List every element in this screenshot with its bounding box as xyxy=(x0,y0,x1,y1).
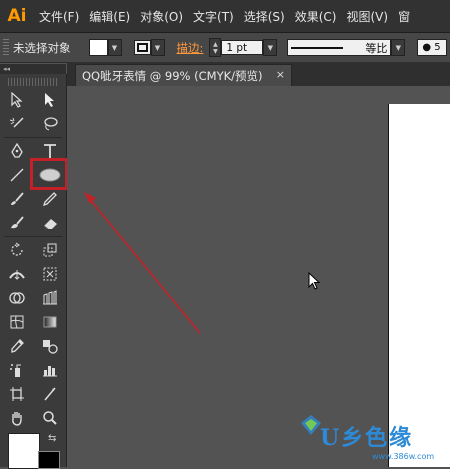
selection-status: 未选择对象 xyxy=(13,40,71,55)
ellipse-tool-highlight xyxy=(30,158,68,190)
menu-type[interactable]: 文字(T) xyxy=(188,8,239,25)
line-segment-tool-icon[interactable] xyxy=(0,163,33,187)
menu-select[interactable]: 选择(S) xyxy=(239,8,290,25)
stroke-weight-field[interactable]: 1 pt xyxy=(221,40,264,55)
menu-window[interactable]: 窗 xyxy=(393,8,415,25)
pen-tool-icon[interactable] xyxy=(0,139,33,163)
zoom-tool-icon[interactable] xyxy=(33,406,66,430)
mouse-cursor-icon xyxy=(308,272,321,290)
control-bar-grip[interactable] xyxy=(3,38,9,57)
app-logo: Ai xyxy=(7,6,27,26)
variable-width-profile[interactable]: 等比 xyxy=(287,39,392,56)
eyedropper-tool-icon[interactable] xyxy=(0,334,33,358)
menu-object[interactable]: 对象(O) xyxy=(135,8,188,25)
blob-brush-tool-icon[interactable] xyxy=(0,211,33,235)
menu-file[interactable]: 文件(F) xyxy=(34,8,84,25)
fill-dropdown-arrow[interactable]: ▼ xyxy=(107,39,122,56)
menu-bar: Ai 文件(F) 编辑(E) 对象(O) 文字(T) 选择(S) 效果(C) 视… xyxy=(0,0,450,33)
fill-color-swatch[interactable] xyxy=(88,39,108,56)
profile-dropdown-arrow[interactable]: ▼ xyxy=(391,39,406,56)
free-transform-tool-icon[interactable] xyxy=(33,262,66,286)
hand-tool-icon[interactable] xyxy=(0,406,33,430)
symbol-sprayer-tool-icon[interactable] xyxy=(0,358,33,382)
document-tab[interactable]: QQ呲牙表情 @ 99% (CMYK/预览) × xyxy=(75,64,292,86)
watermark-logo-icon xyxy=(301,415,321,435)
gradient-tool-icon[interactable] xyxy=(33,310,66,334)
document-tab-strip: QQ呲牙表情 @ 99% (CMYK/预览) × xyxy=(67,62,450,86)
toolbox-fill-swatch[interactable] xyxy=(8,433,40,469)
brush-definition[interactable]: ● 5 xyxy=(417,39,448,56)
width-tool-icon[interactable] xyxy=(0,262,33,286)
artboard[interactable] xyxy=(388,104,450,467)
paintbrush-tool-icon[interactable] xyxy=(0,187,33,211)
toolbox-grip[interactable] xyxy=(8,78,58,86)
profile-label: 等比 xyxy=(365,41,388,55)
document-tab-title: QQ呲牙表情 @ 99% (CMYK/预览) xyxy=(82,68,263,83)
magic-wand-tool-icon[interactable] xyxy=(0,112,33,136)
rotate-tool-icon[interactable] xyxy=(0,238,33,262)
menu-edit[interactable]: 编辑(E) xyxy=(84,8,135,25)
mesh-tool-icon[interactable] xyxy=(0,310,33,334)
stroke-weight-dropdown[interactable]: ▼ xyxy=(263,39,278,56)
selection-tool-icon[interactable] xyxy=(0,88,33,112)
blend-tool-icon[interactable] xyxy=(33,334,66,358)
stroke-weight-spinner[interactable]: ▲ ▼ xyxy=(209,38,222,57)
watermark-text: U乡色缘 xyxy=(320,425,414,451)
menu-effect[interactable]: 效果(C) xyxy=(290,8,342,25)
scale-tool-icon[interactable] xyxy=(33,238,66,262)
artboard-tool-icon[interactable] xyxy=(0,382,33,406)
slice-tool-icon[interactable] xyxy=(33,382,66,406)
stroke-color-swatch[interactable] xyxy=(133,40,151,55)
direct-selection-tool-icon[interactable] xyxy=(33,88,66,112)
swap-fill-stroke-icon[interactable]: ⇆ xyxy=(48,433,56,444)
menu-view[interactable]: 视图(V) xyxy=(341,8,393,25)
stroke-dropdown-arrow[interactable]: ▼ xyxy=(150,39,165,56)
pencil-tool-icon[interactable] xyxy=(33,187,66,211)
stroke-label[interactable]: 描边: xyxy=(177,40,204,56)
toolbox xyxy=(0,74,67,467)
profile-line-preview xyxy=(291,46,344,49)
shape-builder-tool-icon[interactable] xyxy=(0,286,33,310)
watermark-url: www.386w.com xyxy=(372,452,435,461)
perspective-grid-tool-icon[interactable] xyxy=(33,286,66,310)
close-icon[interactable]: × xyxy=(276,68,285,81)
column-graph-tool-icon[interactable] xyxy=(33,358,66,382)
eraser-tool-icon[interactable] xyxy=(33,211,66,235)
control-bar: 未选择对象 ▼ ▼ 描边: ▲ ▼ 1 pt ▼ 等比 ▼ ● 5 xyxy=(0,33,450,63)
lasso-tool-icon[interactable] xyxy=(33,112,66,136)
toolbox-stroke-swatch[interactable] xyxy=(38,451,60,469)
toolbox-collapse[interactable]: ◂◂ xyxy=(0,64,66,74)
